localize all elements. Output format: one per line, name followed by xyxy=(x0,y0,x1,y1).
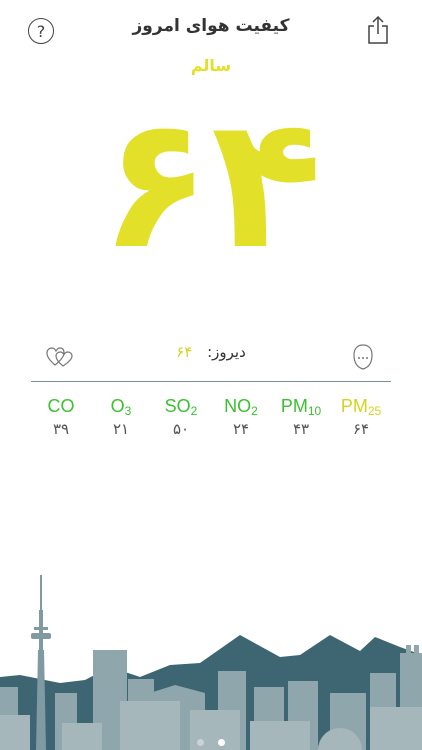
header: ? کیفیت هوای امروز xyxy=(0,0,422,60)
page-title: کیفیت هوای امروز xyxy=(132,16,290,36)
face-icon[interactable] xyxy=(350,343,376,371)
share-button[interactable] xyxy=(366,15,390,45)
page-dot-1[interactable] xyxy=(197,739,205,746)
page-indicator[interactable] xyxy=(0,731,422,750)
pollutant-list: CO ۳۹ O3 ۲۱ SO2 ۵۰ NO2 ۲۴ PM10 ۴۳ PM25 ۶… xyxy=(0,396,422,456)
pollutant-name: PM25 xyxy=(340,396,382,418)
yesterday-row: دیروز: ۶۴ xyxy=(0,335,422,375)
yesterday-label: دیروز: xyxy=(207,343,246,361)
aqi-value: ۶۴ xyxy=(99,77,326,289)
share-icon xyxy=(368,15,388,44)
divider xyxy=(31,381,391,382)
page-dot-2[interactable] xyxy=(217,739,225,746)
yesterday-value: ۶۴ xyxy=(176,343,193,361)
city-skyline-illustration xyxy=(0,575,422,750)
air-quality-status: سالم xyxy=(190,56,232,75)
pollutant-pm25: PM25 ۶۴ xyxy=(326,396,396,438)
pollutant-value: ۶۴ xyxy=(352,420,370,438)
